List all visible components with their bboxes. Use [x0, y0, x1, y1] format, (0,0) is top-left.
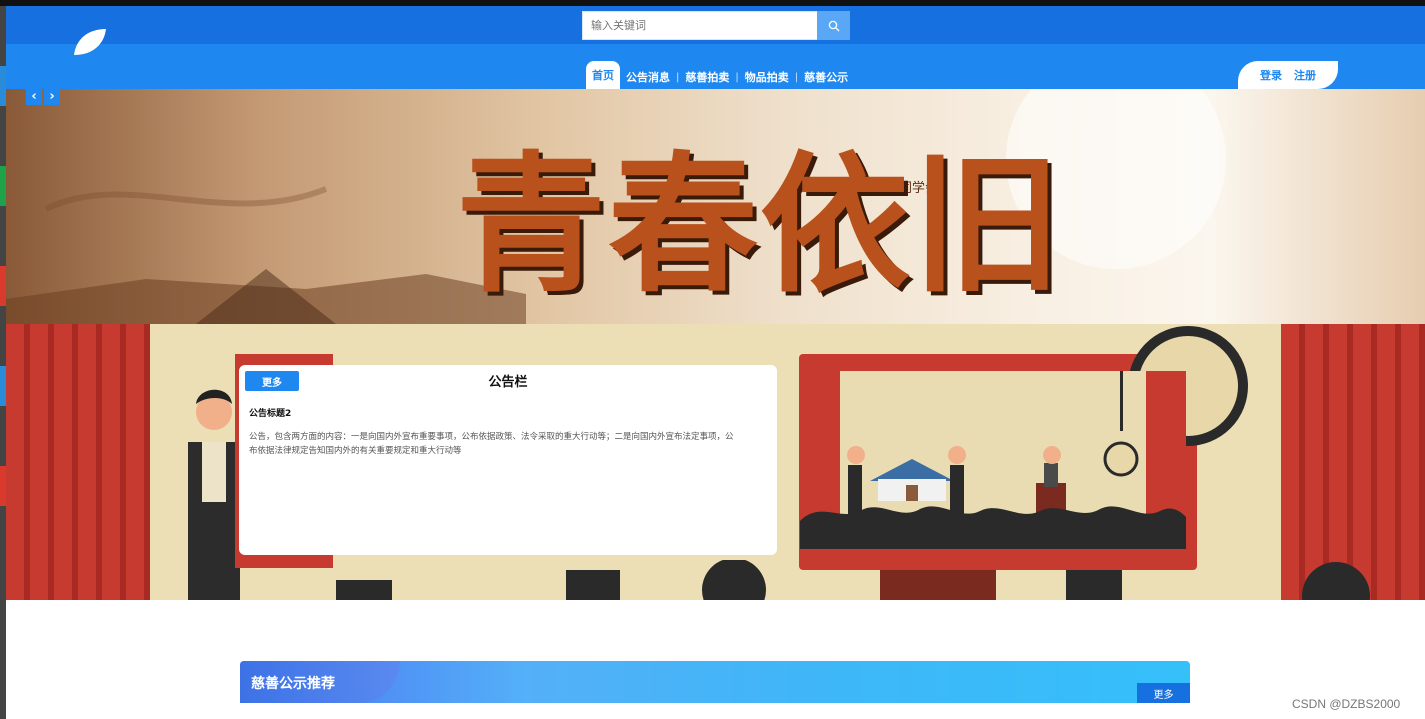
- search-button[interactable]: [817, 11, 850, 40]
- csdn-watermark: CSDN @DZBS2000: [1292, 697, 1401, 711]
- right-curtain: [1281, 324, 1425, 600]
- charity-section-title: 慈善公示推荐: [251, 676, 335, 692]
- notice-board: 公告栏 更多 公告标题2 公告，包含两方面的内容：一是向国内外宣布重要事项，公布…: [239, 365, 777, 555]
- nav-item-announcements[interactable]: 公告消息: [620, 67, 676, 89]
- notice-item-body: 公告，包含两方面的内容：一是向国内外宣布重要事项，公布依据政策、法令采取的重大行…: [249, 432, 734, 456]
- search-icon: [828, 20, 839, 31]
- charity-section-header: 慈善公示推荐 更多: [240, 661, 1190, 703]
- notice-board-title: 公告栏: [488, 375, 528, 390]
- main-nav: 首页 公告消息 | 慈善拍卖 | 物品拍卖 | 慈善公示: [586, 61, 854, 89]
- auth-links: 登录 注册: [1238, 61, 1338, 89]
- nav-item-charity-auction[interactable]: 慈善拍卖: [679, 67, 735, 89]
- banner-controls: ‹ ›: [26, 89, 60, 105]
- notice-more-button[interactable]: 更多: [245, 371, 299, 391]
- search-input[interactable]: [582, 11, 818, 40]
- leaf-logo-icon[interactable]: [72, 27, 108, 57]
- nav-item-item-auction[interactable]: 物品拍卖: [739, 67, 795, 89]
- hero-banner: ‹ › 《同学会》 青春依旧: [6, 89, 1425, 324]
- site-header: 首页 公告消息 | 慈善拍卖 | 物品拍卖 | 慈善公示 登录 注册: [6, 6, 1425, 89]
- auction-illustration: [800, 371, 1186, 549]
- nav-item-home[interactable]: 首页: [586, 61, 620, 89]
- chevron-left-icon[interactable]: ‹: [26, 89, 42, 105]
- chevron-right-icon[interactable]: ›: [44, 89, 60, 105]
- login-link[interactable]: 登录: [1260, 67, 1282, 83]
- left-curtain: [6, 324, 150, 600]
- auction-image[interactable]: [800, 371, 1186, 549]
- browser-viewport: 首页 公告消息 | 慈善拍卖 | 物品拍卖 | 慈善公示 登录 注册 ‹ › 《…: [0, 0, 1425, 719]
- notice-item-title[interactable]: 公告标题2: [249, 406, 291, 419]
- banner-title: 青春依旧: [456, 139, 1065, 313]
- charity-more-button[interactable]: 更多: [1137, 683, 1190, 703]
- search-box: [582, 11, 850, 40]
- nav-item-charity-publicity[interactable]: 慈善公示: [798, 67, 854, 89]
- register-link[interactable]: 注册: [1294, 67, 1316, 83]
